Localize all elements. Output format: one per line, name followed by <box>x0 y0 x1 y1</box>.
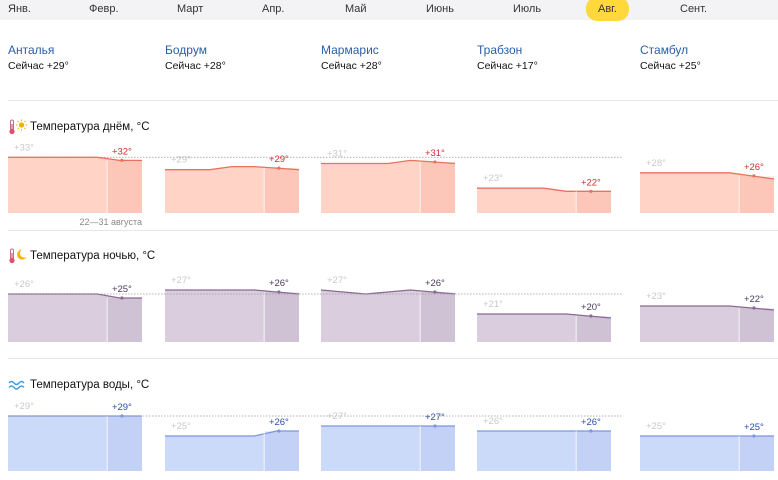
period-band-night-1 <box>264 292 299 342</box>
start-value-label-water-0: +29° <box>14 401 34 412</box>
period-band-water-2 <box>420 426 455 471</box>
end-value-label-night-1: +26° <box>269 278 289 289</box>
current-point-water-3 <box>589 429 593 433</box>
period-band-night-0 <box>107 298 142 342</box>
start-value-label-day-1: +29° <box>171 155 191 166</box>
period-band-water-1 <box>264 431 299 471</box>
current-point-water-2 <box>433 424 437 428</box>
end-value-label-day-4: +26° <box>744 162 764 173</box>
start-value-label-day-0: +33° <box>14 142 34 153</box>
current-point-day-0 <box>120 158 124 162</box>
current-point-night-1 <box>277 290 281 294</box>
current-point-night-3 <box>589 314 593 318</box>
period-note: 22—31 августа <box>79 217 142 227</box>
end-value-label-water-4: +25° <box>744 422 764 433</box>
start-value-label-night-3: +21° <box>483 299 503 310</box>
current-point-night-0 <box>120 296 124 300</box>
period-band-day-0 <box>107 160 142 213</box>
current-point-water-4 <box>752 434 756 438</box>
end-value-label-night-3: +20° <box>581 302 601 313</box>
start-value-label-water-1: +25° <box>171 421 191 432</box>
start-value-label-night-4: +23° <box>646 291 666 302</box>
period-band-day-4 <box>739 175 774 213</box>
start-value-label-night-2: +27° <box>327 275 347 286</box>
end-value-label-water-3: +26° <box>581 417 601 428</box>
start-value-label-water-4: +25° <box>646 421 666 432</box>
start-value-label-day-4: +28° <box>646 158 666 169</box>
current-point-water-1 <box>277 429 281 433</box>
period-band-night-2 <box>420 292 455 342</box>
start-value-label-night-0: +26° <box>14 279 34 290</box>
end-value-label-night-0: +25° <box>112 284 132 295</box>
current-point-day-3 <box>589 189 593 193</box>
end-value-label-water-2: +27° <box>425 412 445 423</box>
period-band-day-1 <box>264 168 299 213</box>
period-band-day-3 <box>576 191 611 213</box>
period-band-night-3 <box>576 316 611 342</box>
end-value-label-day-3: +22° <box>581 177 601 188</box>
period-band-water-3 <box>576 431 611 471</box>
end-value-label-day-0: +32° <box>112 146 132 157</box>
start-value-label-water-3: +26° <box>483 416 503 427</box>
end-value-label-water-0: +29° <box>112 402 132 413</box>
end-value-label-night-2: +26° <box>425 278 445 289</box>
temperature-charts: 22—31 августа +33° +32°+29° +29°+31° +31°+2… <box>8 142 775 471</box>
current-point-day-4 <box>752 174 756 178</box>
period-band-day-2 <box>420 161 455 213</box>
period-band-night-4 <box>739 308 774 342</box>
start-value-label-day-2: +31° <box>327 148 347 159</box>
period-band-water-0 <box>107 416 142 471</box>
end-value-label-day-1: +29° <box>269 154 289 165</box>
current-point-night-4 <box>752 306 756 310</box>
start-value-label-night-1: +27° <box>171 275 191 286</box>
current-point-night-2 <box>433 290 437 294</box>
start-value-label-water-2: +27° <box>327 411 347 422</box>
current-point-day-1 <box>277 166 281 170</box>
period-band-water-4 <box>739 436 774 471</box>
end-value-label-water-1: +26° <box>269 417 289 428</box>
start-value-label-day-3: +23° <box>483 173 503 184</box>
end-value-label-night-4: +22° <box>744 294 764 305</box>
current-point-day-2 <box>433 160 437 164</box>
